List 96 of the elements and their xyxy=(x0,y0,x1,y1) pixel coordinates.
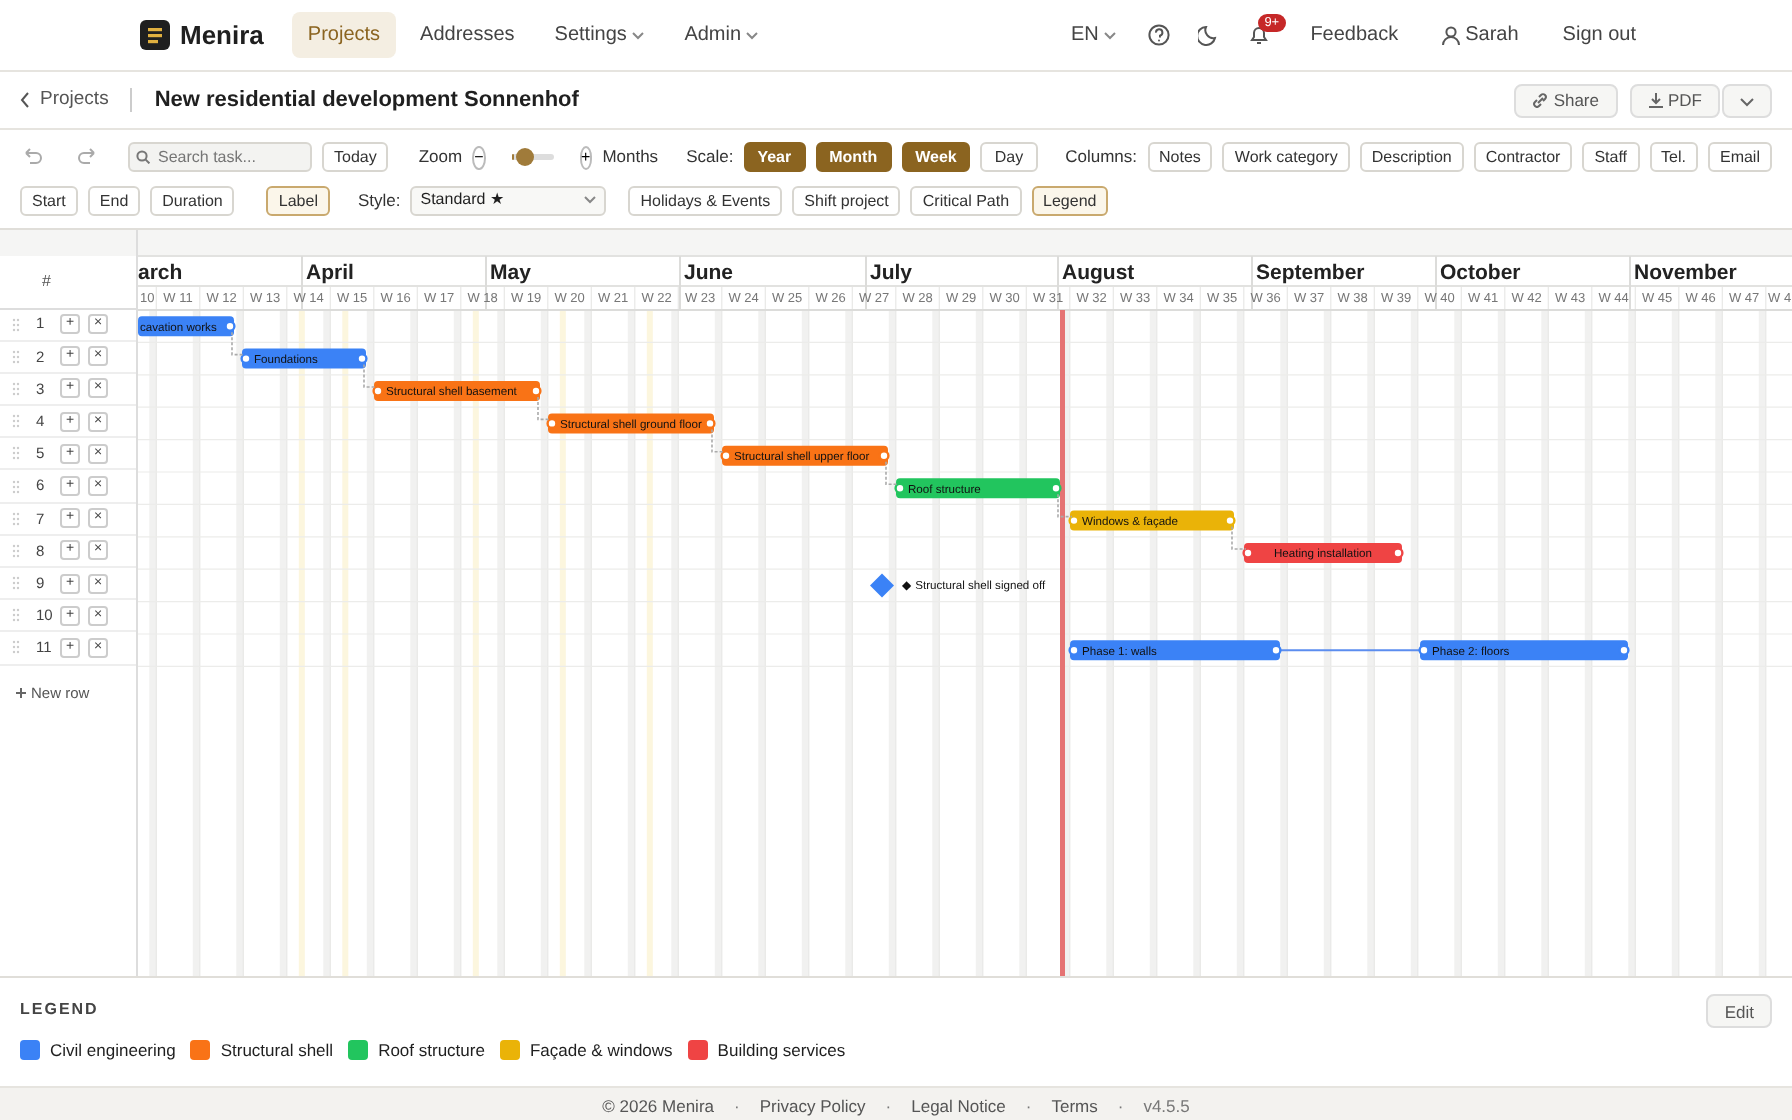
today-button[interactable]: Today xyxy=(322,142,389,172)
separator-dot: · xyxy=(1025,1094,1032,1118)
month-label: September xyxy=(1256,260,1365,284)
style-label: Style: xyxy=(357,187,401,213)
back-link[interactable]: Projects xyxy=(20,85,109,115)
legend-label: Roof structure xyxy=(378,1037,485,1063)
column-toggle[interactable]: Email xyxy=(1707,142,1772,172)
slider-thumb[interactable] xyxy=(516,148,535,166)
option-toggle[interactable]: Legend xyxy=(1031,185,1109,215)
dependency-line xyxy=(363,362,377,387)
share-button[interactable]: Share xyxy=(1514,83,1617,117)
feedback-link[interactable]: Feedback xyxy=(1294,12,1415,58)
brand-name[interactable]: Menira xyxy=(180,15,264,55)
caret-icon[interactable] xyxy=(1740,97,1754,107)
column-toggle[interactable]: Notes xyxy=(1147,142,1213,172)
caret-icon[interactable] xyxy=(1104,32,1117,40)
option-toggle[interactable]: Holidays & Events xyxy=(628,185,783,215)
column-toggle[interactable]: Work category xyxy=(1222,142,1350,172)
sign-out-link[interactable]: Sign out xyxy=(1546,12,1652,58)
user-icon[interactable] xyxy=(1442,25,1461,45)
zoom-slider[interactable] xyxy=(511,154,554,160)
dependency-line xyxy=(231,330,245,355)
column-toggle[interactable]: Duration xyxy=(150,185,235,215)
zoom-label: Zoom xyxy=(418,144,463,170)
footer-link[interactable]: Legal Notice xyxy=(911,1093,1006,1119)
search-field[interactable]: Search task... xyxy=(128,142,312,172)
legend-label: Civil engineering xyxy=(50,1037,176,1063)
month-label: November xyxy=(1634,260,1737,284)
nav-link[interactable]: Admin xyxy=(668,12,775,58)
caret-icon[interactable] xyxy=(632,32,645,40)
language-selector[interactable]: EN xyxy=(1055,12,1133,58)
connector-line xyxy=(1279,648,1421,651)
month-label: October xyxy=(1440,260,1521,284)
plus-icon[interactable] xyxy=(16,687,26,698)
version-text: v4.5.5 xyxy=(1143,1094,1190,1118)
legend-label: Building services xyxy=(717,1037,846,1063)
separator-dot: · xyxy=(885,1094,892,1118)
month-label: July xyxy=(870,260,913,284)
nav-link[interactable]: Settings xyxy=(538,12,661,58)
help-icon[interactable] xyxy=(1148,24,1171,46)
dependency-line xyxy=(711,427,725,452)
legend-label: Façade & windows xyxy=(529,1037,673,1063)
nav-link[interactable]: Projects xyxy=(291,12,397,58)
column-toggle[interactable]: Label xyxy=(266,185,330,215)
zoom-out-button[interactable]: − xyxy=(472,145,486,169)
option-toggle[interactable]: Shift project xyxy=(792,185,901,215)
nav-link[interactable]: Addresses xyxy=(404,12,531,58)
link-icon[interactable] xyxy=(1532,92,1549,108)
back-chevron-icon[interactable] xyxy=(20,92,30,108)
scale-button[interactable]: Month xyxy=(815,142,892,172)
separator-dot: · xyxy=(1117,1094,1124,1118)
scale-button[interactable]: Week xyxy=(901,142,971,172)
legend-title: LEGEND xyxy=(20,998,99,1022)
milestone-marker[interactable] xyxy=(870,572,894,597)
month-label: August xyxy=(1062,260,1135,284)
dependency-line xyxy=(537,395,551,420)
dependency-line xyxy=(1231,524,1247,549)
column-toggle[interactable]: End xyxy=(87,185,141,215)
caret-icon[interactable] xyxy=(584,196,597,204)
column-toggle[interactable]: Start xyxy=(20,185,78,215)
column-toggle[interactable]: Description xyxy=(1359,142,1464,172)
row-number-header: # xyxy=(42,269,51,293)
zoom-in-button[interactable]: + xyxy=(579,145,593,169)
logo-icon[interactable] xyxy=(140,20,170,50)
columns-label: Columns: xyxy=(1065,144,1137,170)
moon-icon[interactable] xyxy=(1198,24,1221,46)
dependency-line xyxy=(885,460,899,484)
download-icon[interactable] xyxy=(1647,92,1663,108)
zoom-unit-label: Months xyxy=(602,144,659,170)
style-select[interactable]: Standard ★ xyxy=(410,185,607,215)
pdf-button[interactable]: PDF xyxy=(1629,83,1720,117)
scale-label: Scale: xyxy=(686,144,734,170)
search-icon xyxy=(136,150,150,164)
scale-button[interactable]: Day xyxy=(980,142,1038,172)
undo-icon[interactable] xyxy=(20,146,42,168)
month-label: April xyxy=(306,260,354,284)
month-label: May xyxy=(490,260,531,284)
separator-dot: · xyxy=(734,1094,740,1118)
edit-button[interactable]: Edit xyxy=(1706,993,1772,1027)
option-toggle[interactable]: Critical Path xyxy=(910,185,1022,215)
legend-label: Structural shell xyxy=(220,1037,334,1063)
month-label: June xyxy=(684,260,734,284)
caret-icon[interactable] xyxy=(746,32,759,40)
column-toggle[interactable]: Staff xyxy=(1582,142,1640,172)
column-toggle[interactable]: Contractor xyxy=(1473,142,1573,172)
user-menu[interactable]: Sarah xyxy=(1426,12,1535,58)
column-toggle[interactable]: Tel. xyxy=(1649,142,1698,172)
copyright-text: © 2026 Menira xyxy=(602,1093,715,1119)
redo-icon[interactable] xyxy=(78,146,100,168)
project-title: New residential development Sonnenhof xyxy=(154,85,579,116)
bell-icon[interactable] xyxy=(1248,24,1271,46)
dependency-line xyxy=(1057,492,1073,517)
scale-button[interactable]: Year xyxy=(743,142,806,172)
month-label: arch xyxy=(138,260,183,284)
footer-link[interactable]: Terms xyxy=(1051,1093,1098,1119)
footer-link[interactable]: Privacy Policy xyxy=(759,1093,866,1119)
